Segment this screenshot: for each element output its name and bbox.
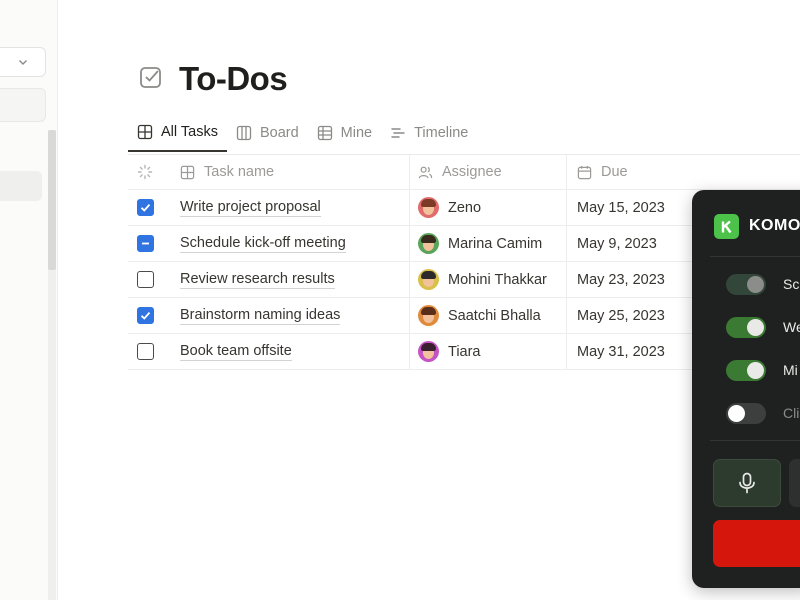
tab-all-tasks[interactable]: All Tasks	[128, 114, 227, 152]
task-name[interactable]: Review research results	[180, 271, 335, 289]
due-date: May 25, 2023	[577, 307, 665, 324]
sidebar-item-active[interactable]	[0, 171, 42, 201]
assignee-name: Tiara	[448, 343, 481, 360]
timeline-icon	[391, 128, 405, 138]
avatar	[418, 341, 439, 362]
brand-name: KOMO	[749, 217, 800, 234]
microphone-button[interactable]	[713, 459, 781, 507]
row-check-cell	[128, 334, 162, 369]
option-label: Sc	[783, 276, 800, 292]
avatar	[418, 233, 439, 254]
screen-toggle[interactable]	[726, 273, 766, 295]
sidebar-scrollbar[interactable]	[48, 130, 56, 270]
task-name[interactable]: Brainstorm naming ideas	[180, 307, 341, 325]
avatar	[418, 305, 439, 326]
option-label: Cli	[783, 405, 800, 421]
task-name-cell[interactable]: Schedule kick-off meeting	[162, 226, 410, 261]
camera-button[interactable]	[789, 459, 800, 507]
option-label: We	[783, 319, 800, 335]
checkbox-icon	[140, 67, 161, 88]
due-date: May 9, 2023	[577, 235, 657, 252]
assignee-cell[interactable]: Mohini Thakkar	[410, 262, 567, 297]
panel-divider	[710, 440, 800, 441]
option-click[interactable]: Cli	[726, 402, 800, 424]
row-check-cell	[128, 226, 162, 261]
task-name[interactable]: Schedule kick-off meeting	[180, 235, 346, 253]
view-tabs: All Tasks Board Mine Timeline	[128, 114, 477, 154]
loading-icon	[128, 155, 162, 189]
table-icon	[137, 124, 153, 140]
microphone-icon	[739, 472, 755, 494]
assignee-name: Marina Camim	[448, 235, 543, 252]
click-toggle[interactable]	[726, 402, 766, 424]
task-name-cell[interactable]: Review research results	[162, 262, 410, 297]
option-webcam[interactable]: We	[726, 316, 800, 338]
option-microphone[interactable]: Mi	[726, 359, 800, 381]
assignee-cell[interactable]: Saatchi Bhalla	[410, 298, 567, 333]
row-check-cell	[128, 262, 162, 297]
record-button[interactable]	[713, 520, 800, 567]
task-checkbox[interactable]	[136, 271, 154, 288]
row-check-cell	[128, 190, 162, 225]
board-icon	[236, 125, 252, 141]
people-icon	[418, 166, 433, 178]
panel-divider	[710, 256, 800, 257]
task-name[interactable]: Write project proposal	[180, 199, 321, 217]
due-date: May 15, 2023	[577, 199, 665, 216]
minus-icon	[141, 242, 149, 245]
page-title: To-Dos	[179, 60, 288, 97]
tab-mine[interactable]: Mine	[308, 114, 381, 152]
checkmark-icon	[140, 204, 150, 212]
option-label: Mi	[783, 362, 798, 378]
task-name-cell[interactable]: Write project proposal	[162, 190, 410, 225]
table-header-row: Task name Assignee Due	[128, 155, 800, 190]
tab-label: Mine	[340, 125, 373, 141]
tab-label: Timeline	[414, 125, 469, 141]
sidebar-search-input[interactable]	[0, 88, 46, 122]
table-icon	[317, 125, 332, 141]
option-screen[interactable]: Sc	[726, 273, 800, 295]
task-name-cell[interactable]: Brainstorm naming ideas	[162, 298, 410, 333]
webcam-toggle[interactable]	[726, 316, 766, 338]
task-checkbox[interactable]	[136, 343, 154, 360]
chevron-down-icon	[19, 60, 27, 65]
recorder-panel: KOMO Sc We Mi Cli	[692, 190, 800, 588]
assignee-cell[interactable]: Zeno	[410, 190, 567, 225]
task-checkbox[interactable]	[136, 199, 154, 216]
tab-label: All Tasks	[161, 124, 218, 140]
assignee-name: Mohini Thakkar	[448, 271, 547, 288]
workspace-select[interactable]	[0, 47, 46, 77]
task-checkbox[interactable]	[136, 235, 154, 252]
left-sidebar	[0, 0, 58, 600]
column-label: Assignee	[442, 164, 502, 180]
komo-logo-icon	[714, 214, 739, 239]
assignee-name: Zeno	[448, 199, 482, 216]
tab-timeline[interactable]: Timeline	[381, 114, 477, 152]
column-header-task-name[interactable]: Task name	[162, 155, 410, 189]
column-header-assignee[interactable]: Assignee	[410, 155, 567, 189]
microphone-toggle[interactable]	[726, 359, 766, 381]
avatar	[418, 197, 439, 218]
avatar	[418, 269, 439, 290]
row-check-cell	[128, 298, 162, 333]
calendar-icon	[577, 165, 592, 179]
assignee-cell[interactable]: Tiara	[410, 334, 567, 369]
task-name-cell[interactable]: Book team offsite	[162, 334, 410, 369]
checkmark-icon	[140, 312, 150, 320]
due-date: May 23, 2023	[577, 271, 665, 288]
column-label: Due	[601, 164, 628, 180]
column-header-due[interactable]: Due	[567, 155, 800, 189]
task-name[interactable]: Book team offsite	[180, 343, 292, 361]
tab-label: Board	[259, 125, 299, 141]
table-icon	[180, 165, 195, 179]
assignee-name: Saatchi Bhalla	[448, 307, 541, 324]
due-date: May 31, 2023	[577, 343, 665, 360]
task-checkbox[interactable]	[136, 307, 154, 324]
assignee-cell[interactable]: Marina Camim	[410, 226, 567, 261]
column-label: Task name	[204, 164, 275, 180]
tab-board[interactable]: Board	[227, 114, 308, 152]
